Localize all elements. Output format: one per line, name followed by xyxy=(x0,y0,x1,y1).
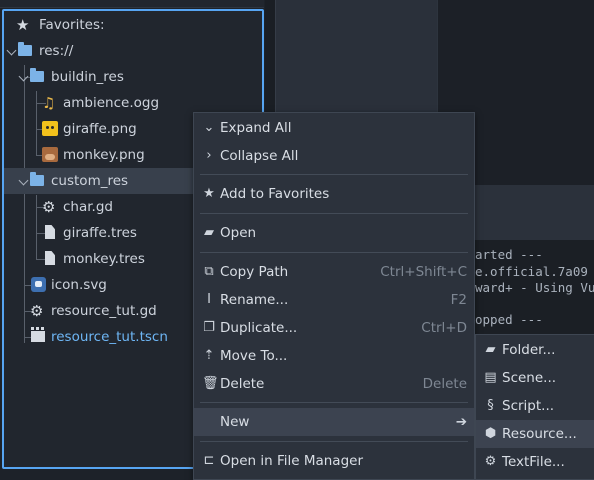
gear-icon: ⚙ xyxy=(42,198,56,216)
tree-item-label: res:// xyxy=(39,43,74,59)
submenu-item-label: TextFile... xyxy=(502,454,565,470)
menu-item-label: Open in File Manager xyxy=(220,453,364,469)
chevron-down-icon[interactable] xyxy=(18,71,29,82)
submenu-item-script[interactable]: § Script... xyxy=(476,392,594,420)
top-strip xyxy=(0,0,264,8)
menu-item-move-to[interactable]: ⇡ Move To... xyxy=(194,342,474,370)
tree-item-buildin-res[interactable]: buildin_res xyxy=(4,64,260,90)
menu-item-label: Collapse All xyxy=(220,148,299,164)
console-line: e.official.7a09 xyxy=(475,264,588,279)
submenu-item-folder[interactable]: ▰ Folder... xyxy=(476,336,594,364)
menu-separator xyxy=(200,252,468,253)
submenu-arrow-icon: ➔ xyxy=(455,414,467,430)
menu-item-add-to-favorites[interactable]: ★ Add to Favorites xyxy=(194,180,474,208)
file-icon xyxy=(45,251,55,265)
menu-item-label: Rename... xyxy=(220,292,289,308)
submenu-item-resource[interactable]: ⬢ Resource... xyxy=(476,420,594,448)
menu-item-expand-all[interactable]: ⌄ Expand All xyxy=(194,114,474,142)
console-line: ward+ - Using Vu xyxy=(475,280,594,295)
tree-item-res-root[interactable]: res:// xyxy=(4,38,260,64)
menu-separator xyxy=(200,174,468,175)
chevron-down-icon: ⌄ xyxy=(203,120,215,135)
menu-item-label: Copy Path xyxy=(220,264,289,280)
giraffe-thumbnail-icon xyxy=(42,121,58,136)
file-icon xyxy=(45,225,55,239)
favorites-label: Favorites: xyxy=(39,17,105,33)
rename-cursor-icon: I xyxy=(207,292,211,307)
tree-item-label: monkey.png xyxy=(63,147,145,163)
audio-file-icon: ♫ xyxy=(42,94,56,112)
submenu-item-scene[interactable]: ▤ Scene... xyxy=(476,364,594,392)
folder-icon: ▰ xyxy=(485,342,496,357)
menu-item-delete[interactable]: 🗑 Delete Delete xyxy=(194,370,474,398)
star-icon: ★ xyxy=(16,16,30,34)
tree-item-label: buildin_res xyxy=(51,69,124,85)
console-line: arted --- xyxy=(475,247,543,262)
move-up-icon: ⇡ xyxy=(203,348,215,363)
scene-clapper-icon: ▤ xyxy=(484,370,497,385)
menu-item-label: Delete xyxy=(220,376,265,392)
submenu-item-label: Resource... xyxy=(502,426,577,442)
folder-icon xyxy=(30,68,44,82)
duplicate-icon: ❐ xyxy=(203,320,215,335)
center-panel xyxy=(275,0,438,112)
script-icon: § xyxy=(487,398,494,413)
tree-item-label: char.gd xyxy=(63,199,113,215)
chevron-down-icon[interactable] xyxy=(18,175,29,186)
shortcut-label: Delete xyxy=(422,376,467,392)
menu-item-collapse-all[interactable]: › Collapse All xyxy=(194,142,474,170)
menu-item-label: Add to Favorites xyxy=(220,186,330,202)
menu-item-copy-path[interactable]: ⧉ Copy Path Ctrl+Shift+C xyxy=(194,258,474,286)
gear-icon: ⚙ xyxy=(30,302,44,320)
folder-open-icon: ▰ xyxy=(204,225,214,240)
shortcut-label: F2 xyxy=(450,292,467,308)
gear-icon: ⚙ xyxy=(484,454,497,469)
monkey-thumbnail-icon xyxy=(42,147,58,162)
menu-item-label: Expand All xyxy=(220,120,292,136)
favorites-row[interactable]: ★ Favorites: xyxy=(4,12,260,38)
tree-item-label: ambience.ogg xyxy=(63,95,160,111)
tree-item-label: icon.svg xyxy=(51,277,107,293)
new-submenu[interactable]: ▰ Folder... ▤ Scene... § Script... ⬢ Res… xyxy=(475,334,594,480)
tree-item-label: resource_tut.gd xyxy=(51,303,157,319)
menu-item-new[interactable]: New ➔ xyxy=(194,408,474,436)
context-menu[interactable]: ⌄ Expand All › Collapse All ★ Add to Fav… xyxy=(193,112,475,480)
tree-item-label: monkey.tres xyxy=(63,251,145,267)
shortcut-label: Ctrl+Shift+C xyxy=(380,264,467,280)
filesystem-icon: ⊏ xyxy=(203,453,215,468)
shortcut-label: Ctrl+D xyxy=(421,320,467,336)
console-line: opped --- xyxy=(475,312,543,327)
menu-item-label: Open xyxy=(220,225,257,241)
menu-separator xyxy=(200,402,468,403)
tree-item-label: custom_res xyxy=(51,173,129,189)
menu-item-open-in-file-manager[interactable]: ⊏ Open in File Manager xyxy=(194,447,474,475)
menu-item-duplicate[interactable]: ❐ Duplicate... Ctrl+D xyxy=(194,314,474,342)
submenu-item-label: Folder... xyxy=(502,342,556,358)
tree-item-label: giraffe.tres xyxy=(63,225,137,241)
menu-separator xyxy=(200,213,468,214)
scene-clapper-icon xyxy=(31,327,45,342)
submenu-item-label: Scene... xyxy=(502,370,557,386)
tree-item-label: giraffe.png xyxy=(63,121,137,137)
menu-item-rename[interactable]: I Rename... F2 xyxy=(194,286,474,314)
menu-item-open[interactable]: ▰ Open xyxy=(194,219,474,247)
copy-icon: ⧉ xyxy=(204,264,214,279)
trash-icon: 🗑 xyxy=(202,376,219,391)
chevron-down-icon[interactable] xyxy=(6,45,17,56)
folder-icon xyxy=(18,42,32,56)
star-icon: ★ xyxy=(203,186,215,201)
menu-item-label: New xyxy=(220,414,250,430)
godot-logo-icon xyxy=(31,277,46,292)
menu-item-label: Duplicate... xyxy=(220,320,298,336)
menu-item-label: Move To... xyxy=(220,348,288,364)
folder-icon xyxy=(30,172,44,186)
submenu-item-label: Script... xyxy=(502,398,555,414)
submenu-item-textfile[interactable]: ⚙ TextFile... xyxy=(476,448,594,476)
menu-separator xyxy=(200,441,468,442)
tree-item-label: resource_tut.tscn xyxy=(51,329,168,345)
resource-cube-icon: ⬢ xyxy=(484,426,497,441)
chevron-right-icon: › xyxy=(206,148,212,163)
